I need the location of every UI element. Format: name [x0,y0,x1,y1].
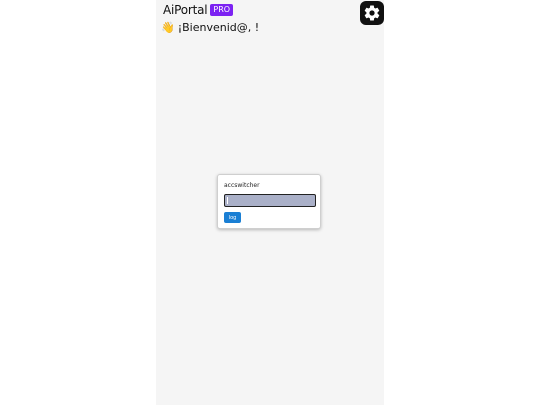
text-cursor [227,197,228,204]
brand-name: AiPortal [163,3,208,17]
account-input[interactable] [224,194,316,207]
welcome-message: 👋 ¡Bienvenid@, ! [161,21,259,34]
log-button[interactable]: log [224,212,241,223]
app-header: AiPortal PRO [163,3,234,17]
accswitcher-panel: accswitcher log [217,174,321,229]
pro-badge: PRO [210,4,234,16]
wave-hand-icon: 👋 [161,21,175,34]
gear-icon [364,5,380,21]
panel-title: accswitcher [224,182,260,189]
welcome-text: ¡Bienvenid@, ! [177,21,260,34]
settings-button[interactable] [360,1,384,25]
